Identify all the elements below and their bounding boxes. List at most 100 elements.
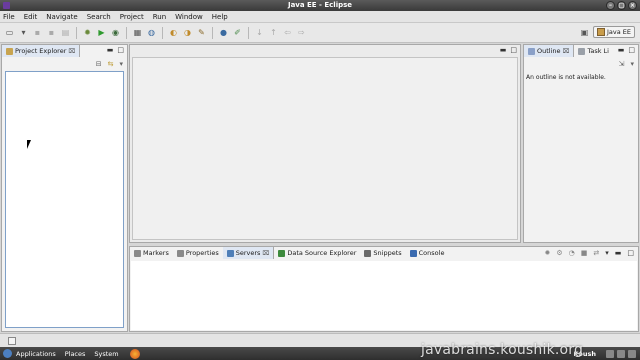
stop-server-icon[interactable]: ■ bbox=[581, 249, 588, 257]
perspective-java-ee[interactable]: Java EE bbox=[592, 26, 635, 38]
toolbar-separator bbox=[162, 26, 163, 39]
search-icon[interactable]: ✎ bbox=[196, 27, 207, 38]
firefox-icon[interactable] bbox=[129, 348, 140, 359]
debug-server-icon[interactable]: ✹ bbox=[544, 249, 550, 257]
save-icon[interactable]: ▪ bbox=[32, 27, 43, 38]
link-icon[interactable]: ✐ bbox=[232, 27, 243, 38]
outline-toolbar: ⇲ ▾ bbox=[619, 60, 634, 68]
menu-project[interactable]: Project bbox=[120, 13, 144, 21]
run-icon[interactable]: ▶ bbox=[96, 27, 107, 38]
window-titlebar: Java EE - Eclipse – □ × bbox=[0, 0, 640, 11]
link-with-editor-icon[interactable]: ⇆ bbox=[108, 60, 114, 68]
prev-annotation-icon[interactable]: ↑ bbox=[268, 27, 279, 38]
tab-outline[interactable]: Outline ⌧ bbox=[524, 45, 575, 57]
tab-servers[interactable]: Servers ⌧ bbox=[222, 247, 275, 259]
forward-icon[interactable]: ⇨ bbox=[296, 27, 307, 38]
maximize-view-icon[interactable]: □ bbox=[627, 249, 634, 257]
project-tree[interactable] bbox=[5, 71, 124, 328]
open-type-icon[interactable]: ◐ bbox=[168, 27, 179, 38]
outline-view: Outline ⌧ Task Li ▬ □ ⇲ ▾ An outline is … bbox=[523, 44, 639, 243]
minimize-view-icon[interactable]: ▬ bbox=[615, 249, 622, 257]
project-explorer-view: Project Explorer ⌧ ▬ □ ⊟ ⇆ ▾ bbox=[1, 44, 128, 332]
debug-icon[interactable]: ✹ bbox=[82, 27, 93, 38]
editor-area: ▬ □ bbox=[129, 44, 521, 243]
distro-logo-icon[interactable] bbox=[3, 349, 12, 358]
new-server-icon[interactable]: ▦ bbox=[132, 27, 143, 38]
window-title: Java EE - Eclipse bbox=[287, 1, 353, 9]
menu-file[interactable]: File bbox=[3, 13, 15, 21]
tab-label: Task Li bbox=[587, 47, 609, 55]
taskbar-applications[interactable]: Applications bbox=[16, 350, 56, 358]
minimize-view-icon[interactable]: ▬ bbox=[618, 46, 625, 54]
tab-data-source-explorer[interactable]: Data Source Explorer bbox=[274, 247, 360, 259]
view-menu-icon[interactable]: ▾ bbox=[630, 60, 634, 68]
minimize-view-icon[interactable]: ▬ bbox=[500, 46, 507, 54]
tab-label: Snippets bbox=[373, 249, 402, 257]
mouse-cursor-icon bbox=[27, 140, 31, 149]
editor-canvas[interactable] bbox=[132, 57, 518, 240]
back-icon[interactable]: ⇦ bbox=[282, 27, 293, 38]
new-icon[interactable]: ▭ bbox=[4, 27, 15, 38]
publish-icon[interactable]: ⇄ bbox=[593, 249, 599, 257]
taskbar-system[interactable]: System bbox=[94, 350, 118, 358]
tab-console[interactable]: Console bbox=[406, 247, 449, 259]
view-menu-icon[interactable]: ▾ bbox=[119, 60, 123, 68]
tab-label: Properties bbox=[185, 249, 219, 257]
open-task-icon[interactable]: ◑ bbox=[182, 27, 193, 38]
profile-server-icon[interactable]: ◔ bbox=[569, 249, 575, 257]
start-server-icon[interactable]: ⚙ bbox=[556, 249, 562, 257]
tab-task-list[interactable]: Task Li bbox=[574, 45, 613, 57]
perspective-label: Java EE bbox=[606, 28, 631, 36]
window-controls: – □ × bbox=[606, 1, 637, 10]
properties-icon bbox=[176, 249, 184, 257]
system-tray bbox=[606, 349, 636, 358]
toolbar-separator bbox=[76, 26, 77, 39]
window-menu-icon[interactable] bbox=[3, 2, 10, 9]
project-explorer-icon bbox=[6, 47, 13, 55]
tab-label: Project Explorer bbox=[15, 47, 67, 55]
servers-content[interactable] bbox=[131, 261, 637, 330]
menubar: File Edit Navigate Search Project Run Wi… bbox=[0, 11, 640, 23]
tab-label: Data Source Explorer bbox=[287, 249, 357, 257]
volume-icon[interactable] bbox=[617, 349, 625, 358]
view-controls: ▬ □ bbox=[107, 46, 124, 54]
menu-navigate[interactable]: Navigate bbox=[46, 13, 77, 21]
bottom-panel: Markers Properties Servers ⌧ Data Source… bbox=[129, 246, 639, 332]
close-icon[interactable]: × bbox=[628, 1, 637, 10]
minimize-view-icon[interactable]: ▬ bbox=[107, 46, 114, 54]
maximize-icon[interactable]: □ bbox=[617, 1, 626, 10]
taskbar-places[interactable]: Places bbox=[65, 350, 86, 358]
close-icon[interactable]: ⌧ bbox=[262, 250, 269, 257]
project-explorer-toolbar: ⊟ ⇆ ▾ bbox=[96, 60, 123, 68]
menu-search[interactable]: Search bbox=[87, 13, 111, 21]
save-all-icon[interactable]: ▪ bbox=[46, 27, 57, 38]
close-icon[interactable]: ⌧ bbox=[68, 48, 75, 55]
menu-edit[interactable]: Edit bbox=[24, 13, 38, 21]
next-annotation-icon[interactable]: ↓ bbox=[254, 27, 265, 38]
globe-icon[interactable]: ◍ bbox=[146, 27, 157, 38]
fast-view-icon[interactable] bbox=[8, 337, 16, 345]
close-icon[interactable]: ⌧ bbox=[563, 48, 570, 55]
network-icon[interactable] bbox=[606, 349, 614, 358]
collapse-all-icon[interactable]: ⊟ bbox=[96, 60, 102, 68]
maximize-view-icon[interactable]: □ bbox=[628, 46, 635, 54]
focus-icon[interactable]: ⇲ bbox=[619, 60, 625, 68]
menu-run[interactable]: Run bbox=[153, 13, 166, 21]
web-browser-icon[interactable]: ● bbox=[218, 27, 229, 38]
tab-markers[interactable]: Markers bbox=[130, 247, 173, 259]
dropdown-icon[interactable]: ▾ bbox=[18, 27, 29, 38]
view-menu-icon[interactable]: ▾ bbox=[605, 249, 609, 257]
tab-project-explorer[interactable]: Project Explorer ⌧ bbox=[2, 45, 81, 57]
menu-help[interactable]: Help bbox=[212, 13, 228, 21]
minimize-icon[interactable]: – bbox=[606, 1, 615, 10]
maximize-view-icon[interactable]: □ bbox=[117, 46, 124, 54]
external-tools-icon[interactable]: ◉ bbox=[110, 27, 121, 38]
menu-window[interactable]: Window bbox=[175, 13, 203, 21]
servers-icon bbox=[226, 249, 234, 257]
open-perspective-icon[interactable]: ▣ bbox=[579, 27, 590, 38]
maximize-view-icon[interactable]: □ bbox=[510, 46, 517, 54]
power-icon[interactable] bbox=[628, 349, 636, 358]
tab-properties[interactable]: Properties bbox=[173, 247, 223, 259]
tab-snippets[interactable]: Snippets bbox=[360, 247, 405, 259]
print-icon[interactable]: ▤ bbox=[60, 27, 71, 38]
